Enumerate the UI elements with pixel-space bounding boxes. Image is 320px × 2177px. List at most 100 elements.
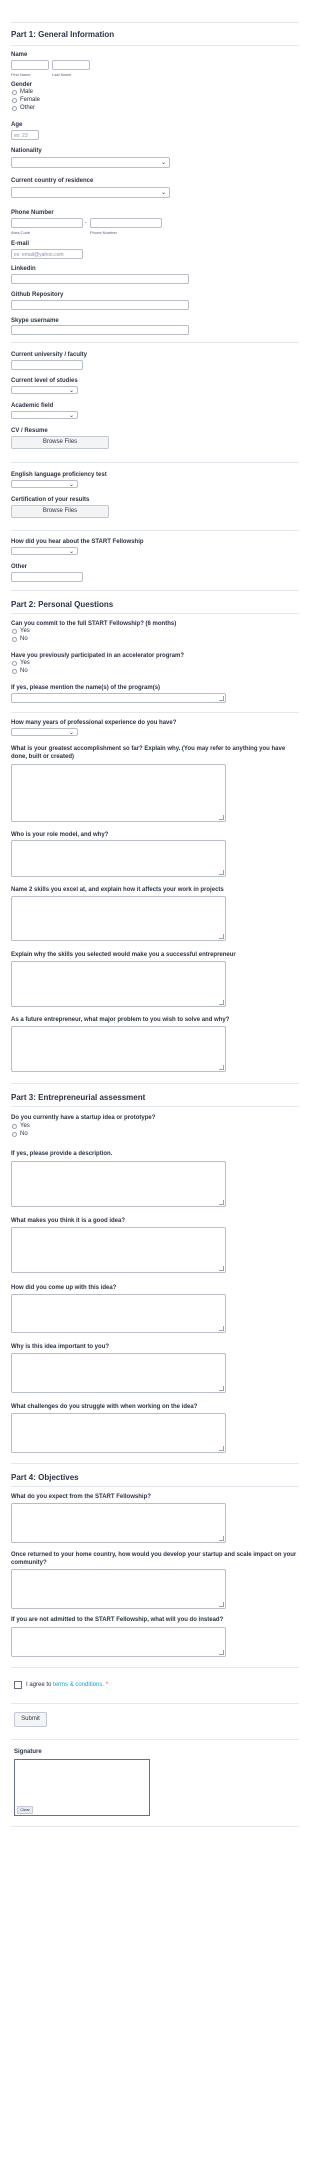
nationality-select[interactable]: ⌄ [11,157,170,168]
role-model-label: Who is your role model, and why? [11,832,109,838]
english-select[interactable]: ⌄ [11,480,78,488]
university-input[interactable] [11,360,83,370]
problem-label: As a future entrepreneur, what major pro… [11,1017,230,1023]
section-divider [11,1083,299,1084]
accelerator-no-radio[interactable] [12,669,17,674]
linkedin-label: Linkedin [11,266,36,272]
signature-clear-button[interactable]: Clear [17,1806,33,1814]
linkedin-input[interactable] [11,274,189,284]
terms-checkbox[interactable] [14,1681,22,1689]
gender-male-radio[interactable] [12,90,17,95]
section-divider [11,530,299,531]
resize-grip-icon [219,1326,224,1331]
level-select[interactable]: ⌄ [11,386,78,394]
skills-label: Name 2 skills you excel at, and explain … [11,887,224,893]
submit-button[interactable]: Submit [14,1712,47,1727]
program-name-textarea[interactable] [11,693,226,703]
gender-label: Gender [11,82,33,88]
role-model-textarea[interactable] [11,840,226,877]
cv-browse-button[interactable]: Browse Files [11,436,109,449]
come-up-label: How did you come up with this idea? [11,1285,117,1291]
part3-divider [11,1106,299,1107]
area-code-input[interactable] [11,218,83,228]
resize-grip-icon [219,1065,224,1070]
phone-number-sublabel: Phone Number [90,230,117,235]
home-textarea[interactable] [11,1569,226,1609]
important-textarea[interactable] [11,1353,226,1393]
phone-number-input[interactable] [90,218,162,228]
important-label: Why is this idea important to you? [11,1344,110,1350]
terms-link[interactable]: terms & conditions. [53,1682,104,1688]
startup-yes-radio[interactable] [12,1124,17,1129]
age-input[interactable]: ex: 23 [11,130,39,140]
part1-title: Part 1: General Information [11,30,115,39]
github-label: Github Repository [11,292,64,298]
certification-label: Certification of your results [11,497,90,503]
part1-divider [11,45,299,46]
academic-select[interactable]: ⌄ [11,411,78,419]
expect-label: What do you expect from the START Fellow… [11,1494,151,1500]
skills-textarea[interactable] [11,896,226,941]
hear-select[interactable]: ⌄ [11,547,78,555]
country-label: Current country of residence [11,178,94,184]
skype-input[interactable] [11,325,189,335]
expect-textarea[interactable] [11,1503,226,1543]
country-select[interactable]: ⌄ [11,187,170,198]
cv-label: CV / Resume [11,428,48,434]
first-name-input[interactable] [11,60,49,70]
resize-grip-icon [219,1602,224,1607]
section-divider [11,462,299,463]
section-divider [11,712,299,713]
resize-grip-icon [219,1266,224,1271]
experience-select[interactable]: ⌄ [11,728,78,736]
skills-why-textarea[interactable] [11,961,226,1007]
certification-browse-button[interactable]: Browse Files [11,505,109,518]
not-admitted-textarea[interactable] [11,1627,226,1657]
startup-no-label: No [20,1131,28,1137]
github-input[interactable] [11,300,189,310]
resize-grip-icon [219,1650,224,1655]
email-input[interactable]: ex: email@yahoo.com [11,249,83,259]
commit-label: Can you commit to the full START Fellows… [11,621,177,627]
accomplishment-textarea[interactable] [11,764,226,822]
required-mark: * [105,1682,109,1688]
commit-no-radio[interactable] [12,637,17,642]
problem-textarea[interactable] [11,1026,226,1072]
experience-label: How many years of professional experienc… [11,720,177,726]
startup-yes-label: Yes [20,1123,30,1129]
nationality-label: Nationality [11,148,42,154]
description-label: If yes, please provide a description. [11,1151,113,1157]
last-name-sublabel: Last Name [52,72,72,77]
startup-label: Do you currently have a startup idea or … [11,1115,156,1121]
gender-female-radio[interactable] [12,98,17,103]
hear-label: How did you hear about the START Fellows… [11,539,144,545]
accomplishment-label: What is your greatest accomplishment so … [11,746,286,760]
accelerator-yes-label: Yes [20,660,30,666]
resize-grip-icon [219,1200,224,1205]
signature-pad[interactable] [14,1759,150,1816]
resize-grip-icon [219,696,224,701]
come-up-textarea[interactable] [11,1294,226,1333]
application-form: Part 1: General Information Name First N… [0,0,310,2177]
challenges-label: What challenges do you struggle with whe… [11,1404,198,1410]
section-divider [11,1463,299,1464]
good-idea-textarea[interactable] [11,1227,226,1273]
email-label: E-mail [11,241,30,247]
challenges-textarea[interactable] [11,1413,226,1453]
accelerator-yes-radio[interactable] [12,661,17,666]
gender-female-label: Female [20,97,41,103]
level-label: Current level of studies [11,378,78,384]
program-name-label: If yes, please mention the name(s) of th… [11,685,161,691]
startup-no-radio[interactable] [12,1132,17,1137]
gender-other-label: Other [20,105,36,111]
chevron-down-icon: ⌄ [68,730,74,736]
university-label: Current university / faculty [11,352,88,358]
last-name-input[interactable] [52,60,90,70]
gender-other-radio[interactable] [12,106,17,111]
commit-yes-radio[interactable] [12,629,17,634]
description-textarea[interactable] [11,1161,226,1207]
section-divider [11,1739,299,1740]
english-label: English language proficiency test [11,472,107,478]
resize-grip-icon [219,1446,224,1451]
other-input[interactable] [11,572,83,582]
